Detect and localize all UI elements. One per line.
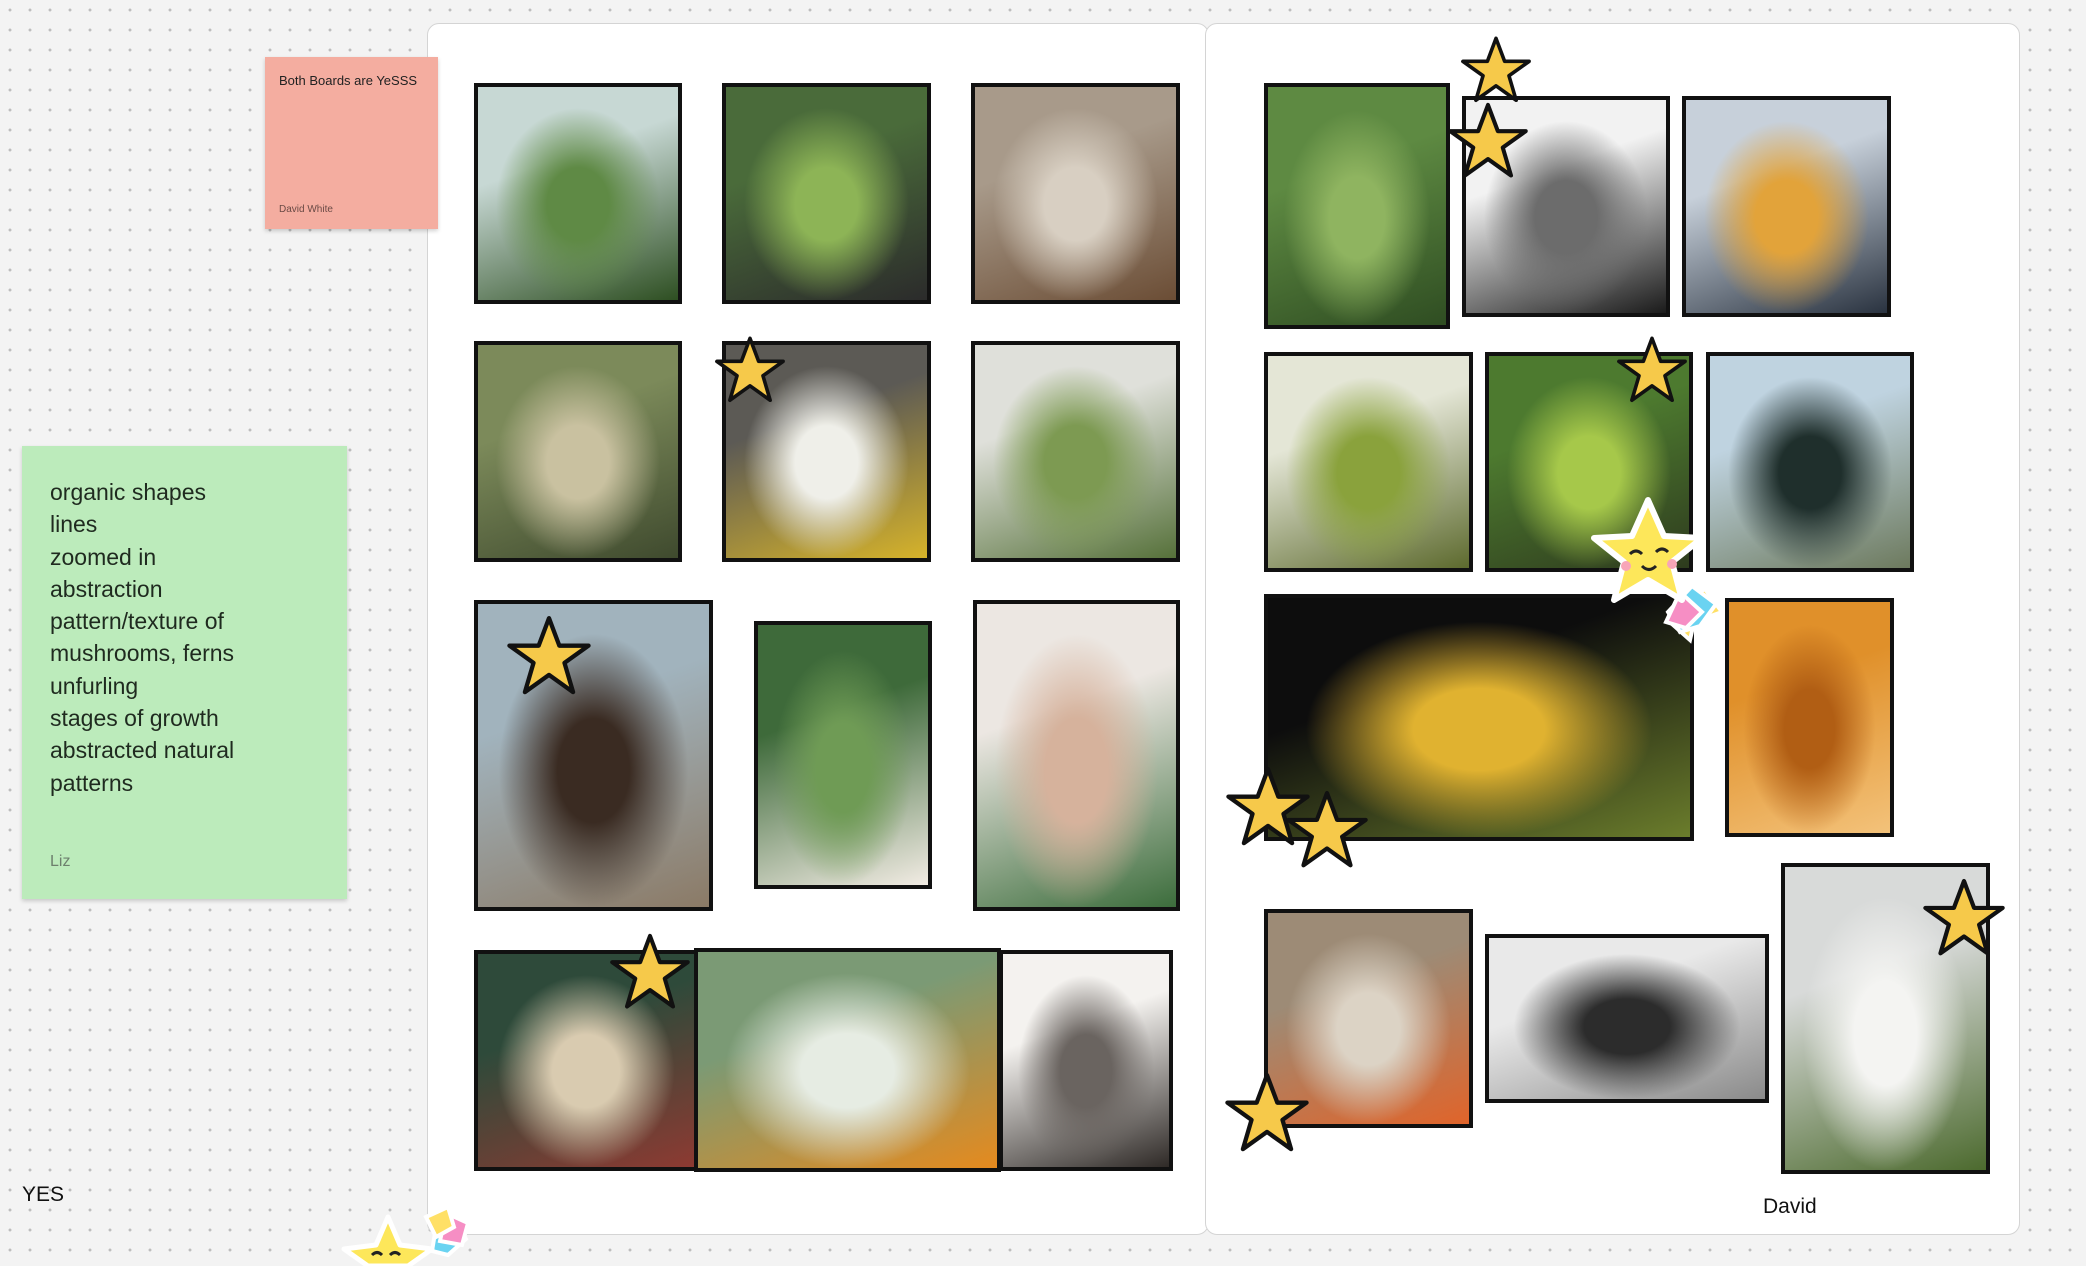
moldy-orange-image[interactable] — [694, 948, 1001, 1172]
cute-star-sticker-bottom-icon[interactable] — [328, 1205, 478, 1266]
star-roots-icon[interactable] — [506, 613, 592, 699]
note-line: pattern/texture of — [50, 608, 224, 635]
note-line: organic shapes — [50, 479, 206, 505]
tree-rings-image[interactable] — [1485, 934, 1769, 1103]
moss-figure-image[interactable] — [971, 341, 1180, 562]
mossy-stairs-image[interactable] — [474, 341, 682, 562]
lab-flasks-image[interactable] — [1682, 96, 1891, 317]
star-fern-unfurl-icon[interactable] — [1616, 334, 1688, 406]
note-line: patterns — [50, 769, 134, 796]
legs-flowers-image[interactable] — [973, 600, 1180, 911]
sticky-note-text: Both Boards are YeSSS — [279, 73, 418, 88]
star-camera-icon[interactable] — [1922, 876, 2006, 960]
curled-leaf-image[interactable] — [971, 83, 1180, 304]
fern-stools-image[interactable] — [722, 83, 931, 304]
note-line: stages of growth — [50, 705, 219, 732]
dried-flower-image[interactable] — [999, 950, 1173, 1171]
moss-hand-image[interactable] — [474, 83, 682, 304]
star-fiddleheads-top-icon[interactable] — [1460, 34, 1532, 106]
kiwi-image[interactable] — [1264, 352, 1473, 572]
star-daisy-icon[interactable] — [714, 334, 786, 406]
cute-star-sticker-icon[interactable] — [1590, 494, 1725, 644]
star-flower-bag-icon[interactable] — [1224, 1070, 1310, 1156]
sticky-note-author: David White — [279, 204, 333, 215]
note-line: zoomed in — [50, 543, 157, 570]
note-line: abstraction — [50, 575, 163, 602]
yes-label[interactable]: YES — [22, 1183, 64, 1207]
star-veiled-icon[interactable] — [609, 931, 691, 1013]
star-fiddleheads-icon[interactable] — [1447, 100, 1529, 182]
skeleton-leaf-image[interactable] — [754, 621, 932, 889]
sticky-note-author: Liz — [50, 853, 71, 870]
note-line: abstracted natural — [50, 737, 235, 764]
david-label[interactable]: David — [1763, 1195, 1817, 1219]
star-iris-2-icon[interactable] — [1285, 788, 1369, 872]
note-line: mushrooms, ferns — [50, 640, 235, 667]
note-line: unfurling — [50, 672, 139, 699]
sticky-note-liz[interactable]: organic shapes lines zoomed in abstracti… — [22, 446, 347, 899]
floating-head-image[interactable] — [1706, 352, 1914, 572]
note-line: lines — [50, 511, 98, 538]
mushroom-gills-image[interactable] — [1725, 598, 1894, 837]
sticky-note-david-white[interactable]: Both Boards are YeSSS David White — [265, 57, 438, 229]
fern-collage-image[interactable] — [1264, 83, 1450, 329]
